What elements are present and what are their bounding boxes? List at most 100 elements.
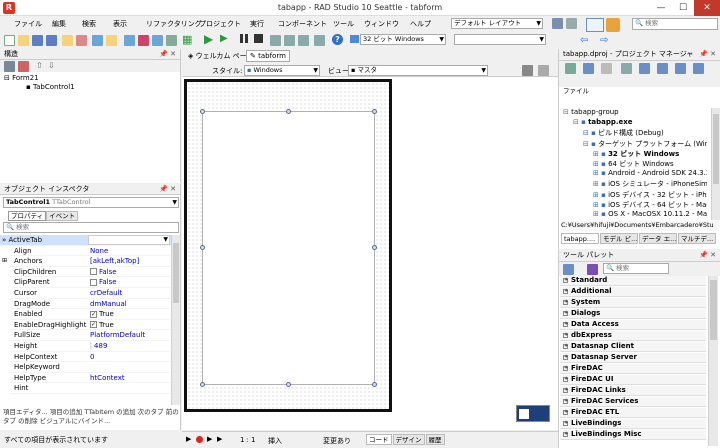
pin-icon[interactable]: 📌 ✕ <box>699 250 716 261</box>
toggle-form-icon[interactable] <box>92 35 103 46</box>
property-row[interactable]: HelpKeyword <box>10 362 170 373</box>
tab-welcome[interactable]: ◈ ウェルカム ページ <box>188 51 253 61</box>
expand-icon[interactable]: + <box>563 354 568 360</box>
property-row[interactable]: ClipParent False <box>10 277 170 288</box>
tab-history[interactable]: 履歴 <box>425 434 445 445</box>
menu-component[interactable]: コンポーネント <box>278 19 327 29</box>
resize-handle[interactable] <box>200 109 205 114</box>
palette-filter-icon[interactable] <box>587 264 598 275</box>
inspector-search-input[interactable]: 🔍 検索 <box>3 222 179 233</box>
menu-search[interactable]: 検索 <box>82 19 96 29</box>
palette-category[interactable]: + dbExpress <box>560 331 706 342</box>
inspector-scrollbar[interactable] <box>171 235 180 405</box>
expand-icon[interactable]: + <box>563 387 568 393</box>
property-row[interactable]: Align None <box>10 246 170 257</box>
expand-icon[interactable]: + <box>563 343 568 349</box>
open-icon[interactable] <box>18 35 29 46</box>
property-row[interactable]: DragMode dmManual <box>10 299 170 310</box>
save-all-icon[interactable] <box>46 35 57 46</box>
layout-select[interactable]: デフォルト レイアウト ▼ <box>451 18 543 29</box>
expand-icon[interactable]: + <box>563 431 568 437</box>
expand-icon[interactable]: + <box>563 299 568 305</box>
palette-category[interactable]: + Standard <box>560 276 706 287</box>
build-icon[interactable] <box>675 63 686 74</box>
pause-icon[interactable] <box>240 34 248 43</box>
run-icon[interactable]: ▶ <box>204 32 213 46</box>
property-row[interactable]: EnableDragHighlight ✓ True <box>10 320 170 331</box>
palette-category[interactable]: + FireDAC Links <box>560 386 706 397</box>
new-icon[interactable] <box>4 35 15 46</box>
style-select[interactable]: ▪ Windows ▼ <box>244 65 320 76</box>
structure-filter-icon[interactable] <box>18 61 29 72</box>
step-icon[interactable]: ▶ <box>217 435 222 443</box>
down-arrow-icon[interactable]: ⇩ <box>48 61 55 70</box>
view-form-icon[interactable] <box>138 35 149 46</box>
activate-icon[interactable] <box>565 63 576 74</box>
tab-properties[interactable]: プロパティ <box>8 211 47 221</box>
project-tree-item[interactable]: ⊞ ▪ OS X - MacOSX 10.11.2 - Mac... <box>593 210 707 218</box>
view-select[interactable]: ▪ マスタ ▼ <box>348 65 488 76</box>
checkbox-checked[interactable]: ✓ <box>90 321 97 329</box>
expand-icon[interactable]: + <box>563 310 568 316</box>
forward-icon[interactable]: ⇨ <box>600 35 608 46</box>
property-row[interactable]: » ActiveTab ▼ <box>0 235 171 246</box>
checkbox[interactable] <box>90 278 97 286</box>
checkbox-checked[interactable]: ✓ <box>90 310 97 318</box>
project-tree-item[interactable]: ⊟ ▪ ターゲット プラットフォーム (Win32) <box>583 139 707 149</box>
project-tree-item[interactable]: ⊟ ▪ ビルド構成 (Debug) <box>583 128 664 138</box>
project-tree-item[interactable]: ⊞ ▪ iOS シミュレータ - iPhoneSimulat... <box>593 179 707 189</box>
expand-icon[interactable]: + <box>563 365 568 371</box>
palette-search-input[interactable]: 🔍 検索 <box>603 263 669 274</box>
expand-icon[interactable]: + <box>563 277 568 283</box>
palette-category[interactable]: + Dialogs <box>560 309 706 320</box>
checkbox[interactable] <box>90 268 97 276</box>
tabcontrol-component[interactable] <box>202 111 375 385</box>
property-row[interactable]: Cursor crDefault <box>10 288 170 299</box>
structure-item-tabcontrol[interactable]: ▪ TabControl1 <box>26 83 75 91</box>
project-tree-item[interactable]: ⊞ ▪ iOS デバイス - 32 ビット - iPhone... <box>593 190 707 200</box>
new-items-icon[interactable]: ▦ <box>182 33 192 46</box>
toggle-icon[interactable] <box>152 35 163 46</box>
palette-scrollbar[interactable] <box>708 276 718 446</box>
palette-category[interactable]: + FireDAC <box>560 364 706 375</box>
project-tree-item[interactable]: ⊞ ▪ 32 ビット Windows <box>593 149 679 159</box>
save-icon[interactable] <box>32 35 43 46</box>
property-row[interactable]: Hint <box>10 383 170 394</box>
layout-settings-icon[interactable] <box>566 18 577 29</box>
mail-icon[interactable] <box>586 18 604 32</box>
expand-icon[interactable]: + <box>563 288 568 294</box>
sync-icon[interactable] <box>621 63 632 74</box>
tab-model-view[interactable]: モデル ビ... <box>600 233 638 244</box>
palette-category[interactable]: + FireDAC UI <box>560 375 706 386</box>
stop-icon[interactable] <box>254 34 263 43</box>
form-positioner[interactable] <box>516 405 550 422</box>
tab-multi-device[interactable]: マルチデ... <box>678 233 716 244</box>
property-row[interactable]: ⊞ Anchors [akLeft,akTop] <box>2 256 170 267</box>
project-tree-item[interactable]: ⊟ tabapp-group <box>563 108 619 116</box>
top-search-input[interactable]: 🔍 検索 <box>632 18 718 30</box>
minimize-icon[interactable]: — <box>650 0 672 16</box>
property-row[interactable]: ClipChildren False <box>10 267 170 278</box>
layout-save-icon[interactable] <box>552 18 563 29</box>
cloud-icon[interactable] <box>606 18 620 32</box>
project-tree-item[interactable]: ⊟ ▪ tabapp.exe <box>573 118 633 126</box>
back-icon[interactable]: ⇦ <box>580 35 588 46</box>
palette-category[interactable]: + FireDAC Services <box>560 397 706 408</box>
form-designer[interactable] <box>184 79 392 412</box>
property-row[interactable]: FullSize PlatformDefault <box>10 330 170 341</box>
palette-category[interactable]: + Data Access <box>560 320 706 331</box>
palette-category[interactable]: + LiveBindings Misc <box>560 430 706 441</box>
property-row[interactable]: HelpContext 0 <box>10 352 170 363</box>
step-over-icon[interactable] <box>270 35 281 46</box>
close-icon[interactable]: ✕ <box>694 0 720 16</box>
run-without-debug-icon[interactable]: ▶ <box>220 33 228 44</box>
project-tree-item[interactable]: ⊞ ▪ iOS デバイス - 64 ビット - Mac プ... <box>593 200 707 210</box>
pin-icon[interactable]: 📌 ✕ <box>159 49 176 60</box>
collapse-all-icon[interactable] <box>657 63 668 74</box>
expand-icon[interactable]: + <box>563 376 568 382</box>
palette-category[interactable]: + Additional <box>560 287 706 298</box>
expand-icon[interactable]: + <box>563 398 568 404</box>
structure-view-icon[interactable] <box>4 61 15 72</box>
structure-item-form[interactable]: ⊟ Form21 <box>4 74 39 82</box>
pin-icon[interactable]: 📌 ✕ <box>159 184 176 195</box>
